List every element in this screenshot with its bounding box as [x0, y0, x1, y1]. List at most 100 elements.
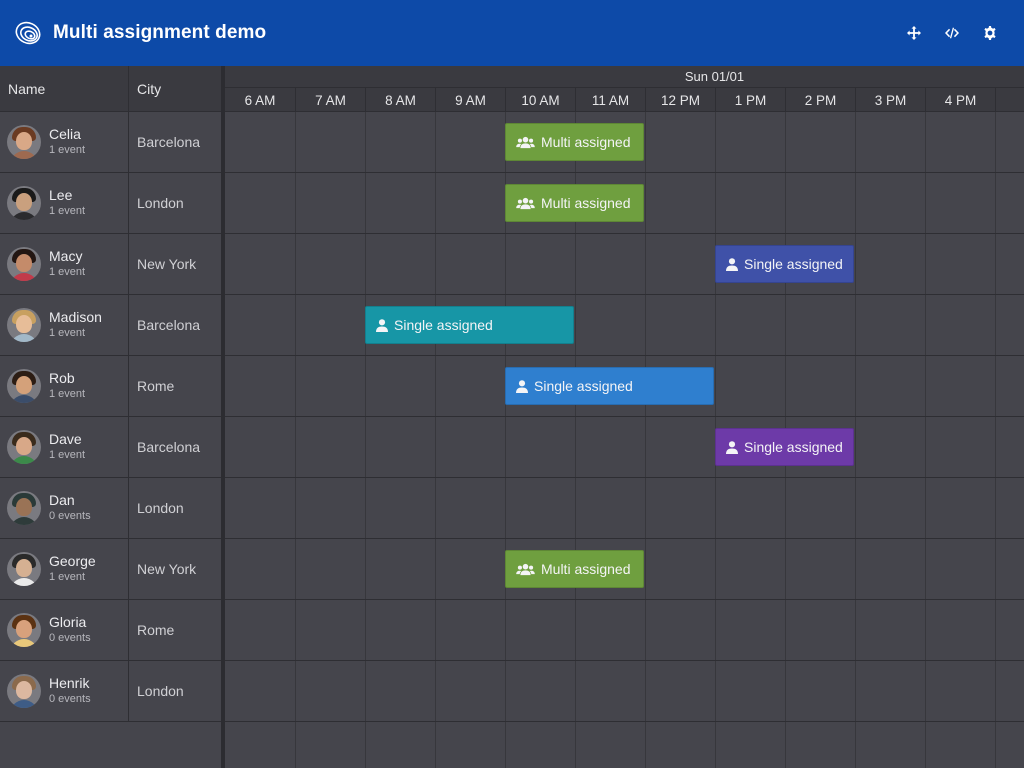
timeline-row-line: [225, 416, 1024, 417]
avatar-shoulders: [10, 517, 38, 525]
avatar-face: [16, 437, 32, 455]
users-icon: [516, 197, 535, 209]
users-icon: [516, 136, 535, 148]
avatar-face: [16, 620, 32, 638]
person-text: Rob 1 event: [49, 370, 85, 402]
event-single-assigned[interactable]: Single assigned: [715, 245, 854, 283]
hour-tick-label: 11 AM: [575, 88, 645, 112]
avatar: [7, 186, 41, 220]
person-text: George 1 event: [49, 553, 96, 585]
timeline-column-line: [645, 112, 646, 768]
name-cell: George 1 event: [0, 539, 129, 599]
event-single-assigned[interactable]: Single assigned: [715, 428, 854, 466]
logo-icon: [15, 21, 41, 45]
person-text: Celia 1 event: [49, 126, 85, 158]
hour-tick-label: 6 AM: [244, 92, 276, 108]
city-cell: Barcelona: [137, 317, 201, 333]
move-button[interactable]: [904, 23, 924, 43]
person-text: Macy 1 event: [49, 248, 85, 280]
date-label: Sun 01/01: [684, 69, 745, 84]
resource-event-count: 0 events: [49, 632, 91, 644]
person-text: Gloria 0 events: [49, 614, 91, 646]
resource-row[interactable]: Gloria 0 events Rome: [0, 600, 221, 661]
resource-row[interactable]: Madison 1 event Barcelona: [0, 295, 221, 356]
resource-row[interactable]: Rob 1 event Rome: [0, 356, 221, 417]
app-header: Multi assignment demo: [0, 0, 1024, 66]
resource-event-count: 1 event: [49, 327, 86, 339]
app-title: Multi assignment demo: [53, 22, 267, 43]
avatar-face: [16, 559, 32, 577]
event-label: Multi assigned: [541, 561, 631, 577]
avatar-face: [16, 254, 32, 272]
avatar-shoulders: [10, 700, 38, 708]
move-icon: [907, 26, 921, 40]
avatar-face: [16, 681, 32, 699]
resource-name: Madison: [49, 309, 102, 325]
hour-tick-label: 2 PM: [785, 88, 855, 112]
resource-row[interactable]: George 1 event New York: [0, 539, 221, 600]
city-cell: London: [137, 195, 184, 211]
timeline-row-line: [225, 355, 1024, 356]
city-cell: New York: [137, 561, 197, 577]
timeline-row-line: [225, 599, 1024, 600]
event-multi-assigned[interactable]: Multi assigned: [505, 550, 644, 588]
resource-row[interactable]: Dan 0 events London: [0, 478, 221, 539]
resource-row[interactable]: Dave 1 event Barcelona: [0, 417, 221, 478]
user-icon: [376, 318, 388, 332]
code-button[interactable]: [942, 23, 962, 43]
avatar-shoulders: [10, 151, 38, 159]
avatar-shoulders: [10, 578, 38, 586]
event-single-assigned[interactable]: Single assigned: [365, 306, 574, 344]
event-label: Multi assigned: [541, 195, 631, 211]
resource-row[interactable]: Macy 1 event New York: [0, 234, 221, 295]
event-single-assigned[interactable]: Single assigned: [505, 367, 714, 405]
users-icon: [516, 563, 535, 575]
avatar-face: [16, 376, 32, 394]
person-text: Dave 1 event: [49, 431, 85, 463]
name-cell: Madison 1 event: [0, 295, 129, 355]
avatar-shoulders: [10, 334, 38, 342]
resource-row[interactable]: Lee 1 event London: [0, 173, 221, 234]
column-header-name[interactable]: Name: [0, 66, 129, 111]
resource-row[interactable]: Henrik 0 events London: [0, 661, 221, 722]
timeline-hours-header: 6 AM 7 AM 8 AM 9 AM 10 AM 11 AM 12 PM 1 PM 2 PM 3…: [225, 88, 1024, 112]
person-text: Madison 1 event: [49, 309, 102, 341]
city-cell: New York: [137, 256, 197, 272]
hour-tick-label: 4 PM: [925, 88, 995, 112]
city-cell: London: [137, 500, 184, 516]
avatar: [7, 491, 41, 525]
hour-tick-label: 5: [995, 88, 1024, 112]
resource-event-count: 1 event: [49, 388, 86, 400]
avatar-shoulders: [10, 639, 38, 647]
timeline: Sun 01/01 6 AM 7 AM 8 AM 9 AM 10 AM 11 AM 12 P…: [225, 66, 1024, 768]
timeline-row-line: [225, 172, 1024, 173]
code-icon: [945, 27, 959, 39]
person-text: Henrik 0 events: [49, 675, 91, 707]
resource-event-count: 1 event: [49, 144, 86, 156]
city-cell: Barcelona: [137, 439, 201, 455]
event-label: Single assigned: [744, 256, 843, 272]
resource-name: Gloria: [49, 614, 87, 630]
timeline-row-line: [225, 233, 1024, 234]
event-multi-assigned[interactable]: Multi assigned: [505, 184, 644, 222]
hour-tick-label: 9 AM: [435, 88, 505, 112]
resource-name: Lee: [49, 187, 73, 203]
person-text: Lee 1 event: [49, 187, 85, 219]
event-multi-assigned[interactable]: Multi assigned: [505, 123, 644, 161]
name-cell: Rob 1 event: [0, 356, 129, 416]
avatar: [7, 613, 41, 647]
resource-event-count: 0 events: [49, 510, 91, 522]
resource-name: Dan: [49, 492, 75, 508]
settings-button[interactable]: [980, 23, 1000, 43]
column-header-city[interactable]: City: [129, 66, 221, 111]
avatar-face: [16, 193, 32, 211]
avatar: [7, 430, 41, 464]
timeline-column-line: [435, 112, 436, 768]
resource-grid: Name City Celia 1 event Barcelona Lee 1 even…: [0, 66, 221, 768]
resource-row[interactable]: Celia 1 event Barcelona: [0, 112, 221, 173]
avatar-shoulders: [10, 212, 38, 220]
avatar: [7, 125, 41, 159]
timeline-column-line: [365, 112, 366, 768]
name-cell: Henrik 0 events: [0, 661, 129, 721]
gear-icon: [984, 26, 996, 40]
